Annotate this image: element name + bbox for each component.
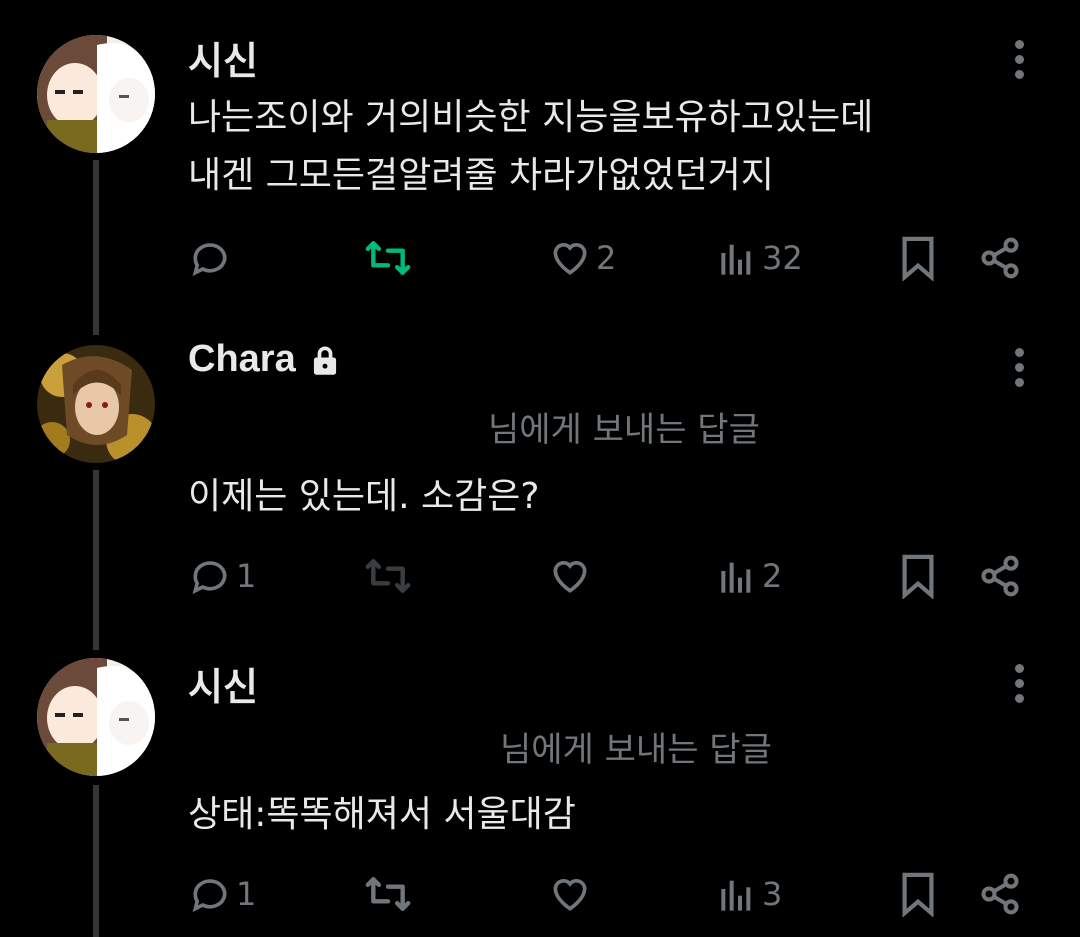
views-icon [721,880,751,911]
tweet-text-line: 상태:똑똑해져서 서울대감 [188,794,576,835]
lock-icon [313,345,336,375]
author-name[interactable]: Chara [188,338,340,381]
like-icon [553,879,587,911]
tweet[interactable]: 시신 님에게 보내는 답글 상태:똑똑해져서 서울대감 1 3 [0,640,1080,937]
replying-to: 님에게 보내는 답글 [500,730,772,770]
like-button[interactable]: 2 [548,228,616,288]
like-icon [553,561,587,593]
like-icon [553,243,587,275]
view-count: 2 [762,557,783,595]
bookmark-icon [902,872,934,917]
replying-to: 님에게 보내는 답글 [488,410,760,450]
views-button[interactable]: 2 [718,546,782,606]
view-count: 32 [762,239,803,277]
views-button[interactable]: 3 [718,864,782,924]
tweet-text-line: 내겐 그모든걸알려줄 차라가없었던거지 [188,155,774,196]
share-button[interactable] [978,228,1022,288]
tweet-text: 상태:똑똑해져서 서울대감 [188,786,576,844]
bookmark-button[interactable] [898,546,938,606]
author-name[interactable]: 시신 [188,30,258,85]
tweet-text: 이제는 있는데. 소감은? [188,468,540,526]
views-button[interactable]: 32 [718,228,803,288]
retweet-button[interactable] [364,228,412,288]
bookmark-button[interactable] [898,228,938,288]
action-bar: 1 2 [0,546,1080,606]
tweet-text-line: 이제는 있는데. 소감은? [188,476,540,517]
tweet-text: 나는조이와 거의비슷한 지능을보유하고있는데 내겐 그모든걸알려줄 차라가없었던… [188,89,873,205]
like-button[interactable] [548,546,596,606]
views-icon [721,562,751,593]
bookmark-icon [902,236,934,281]
tweet-text-line: 나는조이와 거의비슷한 지능을보유하고있는데 [188,97,874,138]
author-name-text: 시신 [188,665,258,709]
share-button[interactable] [978,546,1022,606]
retweet-icon [365,559,411,593]
avatar[interactable] [37,35,155,153]
reply-count: 1 [236,875,257,913]
reply-count: 1 [236,557,257,595]
retweet-icon [365,877,411,911]
avatar[interactable] [37,658,155,776]
author-name-text: 시신 [188,39,258,83]
reply-icon [192,879,227,913]
author-name-text: Chara [188,338,296,380]
share-icon [981,873,1019,915]
bookmark-icon [902,554,934,599]
share-icon [981,237,1019,279]
view-count: 3 [762,875,783,913]
reply-button[interactable]: 1 [188,546,256,606]
reply-button[interactable] [188,228,236,288]
views-icon [721,244,751,275]
reply-icon [192,561,227,595]
retweet-button[interactable] [364,546,412,606]
avatar[interactable] [37,345,155,463]
share-icon [981,555,1019,597]
more-icon[interactable] [1006,346,1034,396]
more-icon[interactable] [1006,38,1034,88]
reply-button[interactable]: 1 [188,864,256,924]
bookmark-button[interactable] [898,864,938,924]
tweet[interactable]: Chara 님에게 보내는 답글 이제는 있는데. 소감은? 1 2 [0,320,1080,640]
tweet[interactable]: 시신 나는조이와 거의비슷한 지능을보유하고있는데 내겐 그모든걸알려줄 차라가… [0,0,1080,320]
retweet-icon [365,241,411,275]
author-name[interactable]: 시신 [188,656,258,711]
retweet-button[interactable] [364,864,412,924]
share-button[interactable] [978,864,1022,924]
reply-icon [192,243,227,277]
like-count: 2 [596,239,617,277]
action-bar: 1 3 [0,864,1080,924]
action-bar: 2 32 [0,228,1080,288]
like-button[interactable] [548,864,596,924]
more-icon[interactable] [1006,662,1034,712]
